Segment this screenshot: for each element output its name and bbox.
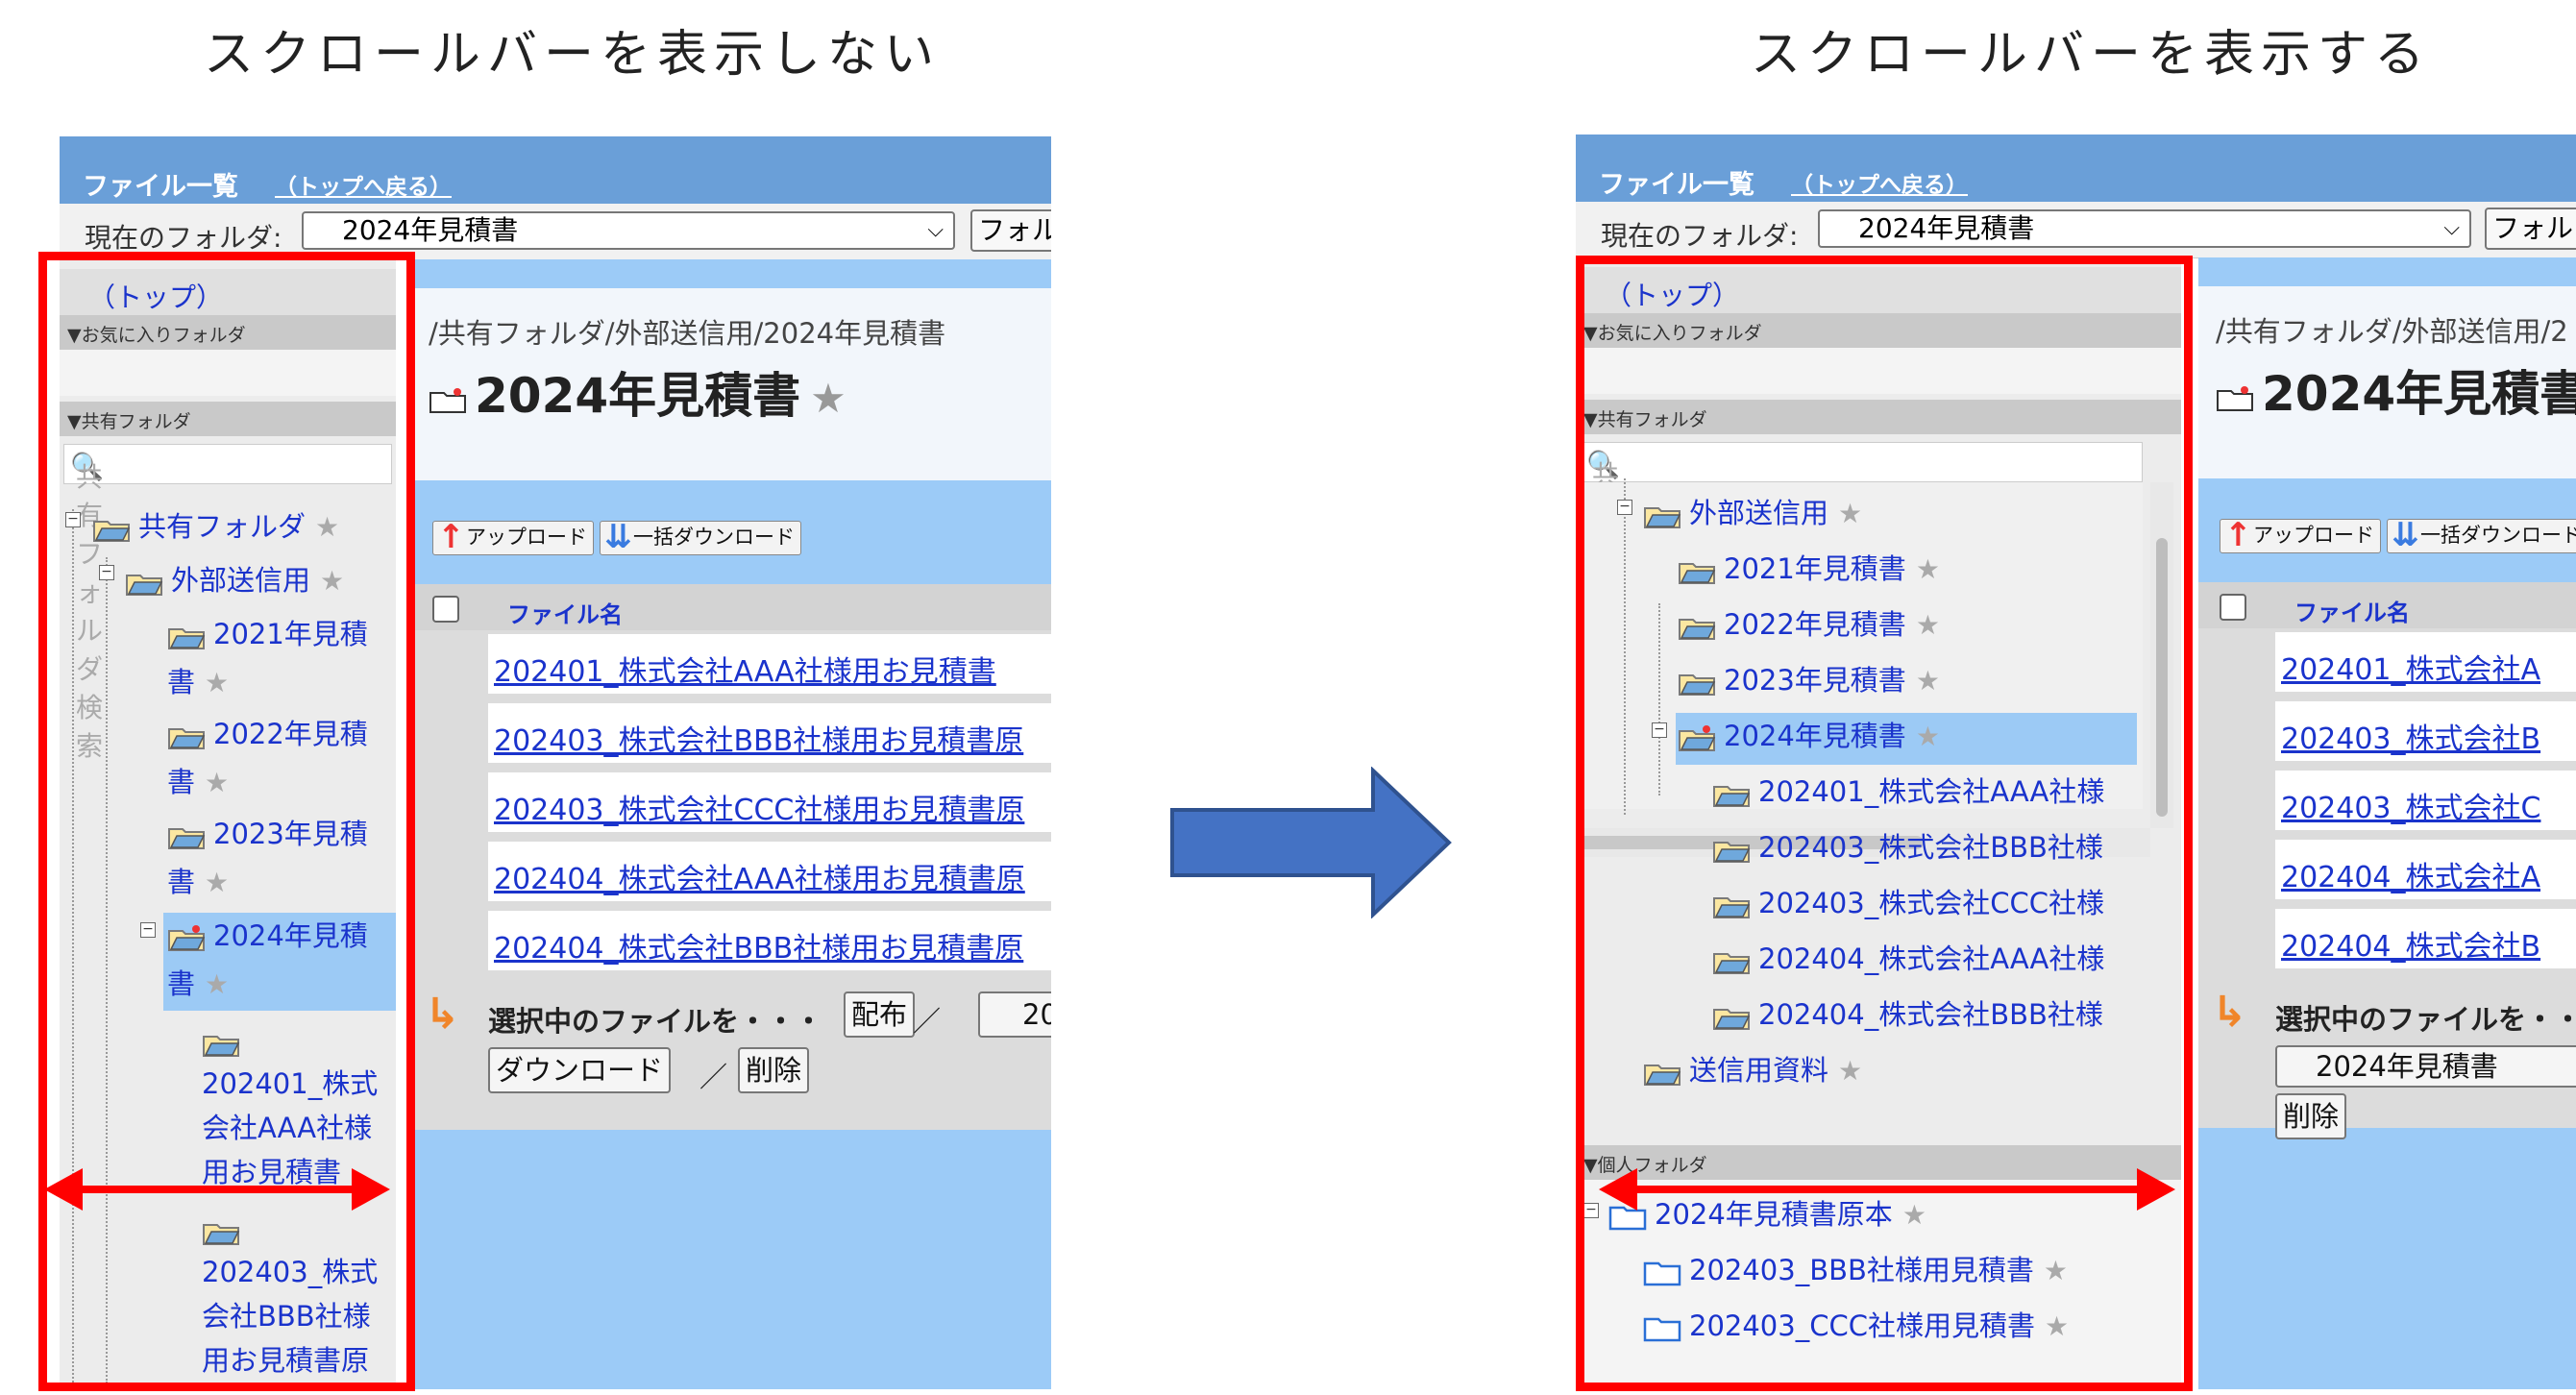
table-row: 202404_株式会社AAA社様用お見積書原 — [411, 838, 1051, 907]
current-folder-select[interactable]: 2024年見積書 ⌵ — [302, 211, 955, 250]
back-to-top-link[interactable]: （トップへ戻る） — [275, 168, 452, 201]
width-double-arrow — [1599, 1168, 2175, 1211]
destination-select[interactable]: 2024年見積書 — [2275, 1045, 2576, 1088]
folder-button[interactable]: フォル — [970, 209, 1051, 252]
file-link[interactable]: 202404_株式会社B — [2281, 922, 2540, 965]
current-folder-value: 2024年見積書 — [342, 214, 519, 246]
table-row: 202403_株式会社BBB社様用お見積書原 — [411, 699, 1051, 769]
upload-arrow-icon: ↑ — [437, 518, 465, 556]
highlight-box-right — [1576, 256, 2193, 1391]
folder-button[interactable]: フォル — [2485, 208, 2576, 250]
bulk-download-button[interactable]: ⇊ 一括ダウンロード — [2387, 516, 2576, 554]
folder-icon — [429, 387, 466, 413]
title-bar: ファイル一覧 （トップへ戻る） — [60, 136, 1051, 204]
table-row: 202403_株式会社CCC社様用お見積書原 — [411, 769, 1051, 838]
table-row: 202403_株式会社B — [2198, 698, 2576, 767]
selected-files-label: 選択中のファイルを・・ — [2275, 1003, 2576, 1036]
current-folder-label: 現在のフォルダ: — [1601, 220, 1799, 252]
table-row: 202404_株式会社B — [2198, 905, 2576, 974]
action-area: ↳ 選択中のファイルを・・・ 配布 ／ 20 ダウンロード ／ 削除 — [411, 976, 1051, 1130]
download-arrow-icon: ⇊ — [604, 518, 632, 556]
transition-arrow-icon — [1170, 767, 1452, 918]
file-link[interactable]: 202404_株式会社A — [2281, 853, 2540, 895]
file-table-header: ファイル名 — [411, 584, 1051, 630]
file-table-header: ファイル名 — [2198, 582, 2576, 628]
download-button[interactable]: ダウンロード — [488, 1047, 672, 1093]
app-title: ファイル一覧 — [83, 172, 238, 202]
column-filename[interactable]: ファイル名 — [2294, 594, 2410, 627]
upload-button[interactable]: ↑ アップロード — [432, 518, 594, 556]
back-to-top-link[interactable]: （トップへ戻る） — [1791, 166, 1968, 199]
file-list-pane: /共有フォルダ/外部送信用/2024年見積書 2024年見積書 ★ ↑ アップロード… — [411, 259, 1051, 1389]
breadcrumb-area: /共有フォルダ/外部送信用/2024年見積書 2024年見積書 ★ — [411, 288, 1051, 480]
title-bar: ファイル一覧 （トップへ戻る） — [1576, 135, 2576, 202]
heading-left: スクロールバーを表示しない — [204, 26, 942, 84]
table-row: 202403_株式会社C — [2198, 767, 2576, 836]
file-link[interactable]: 202404_株式会社AAA社様用お見積書原 — [494, 855, 1025, 897]
delete-button[interactable]: 削除 — [738, 1047, 810, 1093]
file-link[interactable]: 202401_株式会社AAA社様用お見積書 — [494, 648, 996, 690]
folder-bar: 現在のフォルダ: 2024年見積書 ⌵ フォル — [1576, 202, 2576, 258]
select-all-checkbox[interactable] — [432, 596, 459, 623]
highlight-box-left — [38, 252, 415, 1391]
separator: ／ — [913, 1005, 942, 1038]
separator: ／ — [699, 1061, 728, 1093]
column-filename[interactable]: ファイル名 — [507, 596, 623, 629]
breadcrumb-area: /共有フォルダ/外部送信用/2 2024年見積書 — [2198, 286, 2576, 478]
table-row: 202401_株式会社AAA社様用お見積書 — [411, 630, 1051, 699]
turn-arrow-icon: ↳ — [425, 990, 460, 1039]
table-row: 202404_株式会社BBB社様用お見積書原 — [411, 907, 1051, 976]
table-row: 202401_株式会社A — [2198, 628, 2576, 698]
current-folder-label: 現在のフォルダ: — [85, 222, 282, 254]
heading-right: スクロールバーを表示する — [1751, 26, 2432, 84]
file-list-pane: /共有フォルダ/外部送信用/2 2024年見積書 ↑ アップロード ⇊ 一括ダウンロ… — [2198, 257, 2576, 1389]
delete-button[interactable]: 削除 — [2275, 1093, 2347, 1139]
file-link[interactable]: 202404_株式会社BBB社様用お見積書原 — [494, 924, 1023, 967]
width-double-arrow — [44, 1168, 390, 1211]
file-link[interactable]: 202401_株式会社A — [2281, 646, 2540, 688]
destination-select[interactable]: 20 — [978, 991, 1051, 1038]
current-folder-select[interactable]: 2024年見積書 ⌵ — [1818, 209, 2471, 248]
file-link[interactable]: 202403_株式会社CCC社様用お見積書原 — [494, 786, 1024, 828]
table-row: 202404_株式会社A — [2198, 836, 2576, 905]
upload-button[interactable]: ↑ アップロード — [2220, 516, 2381, 554]
select-all-checkbox[interactable] — [2220, 594, 2246, 621]
breadcrumb: /共有フォルダ/外部送信用/2024年見積書 — [429, 317, 946, 350]
page-title: 2024年見積書 — [2216, 355, 2576, 425]
upload-arrow-icon: ↑ — [2224, 516, 2252, 554]
bulk-download-button[interactable]: ⇊ 一括ダウンロード — [600, 518, 801, 556]
file-link[interactable]: 202403_株式会社B — [2281, 715, 2540, 757]
chevron-down-icon: ⌵ — [2443, 216, 2460, 240]
app-title: ファイル一覧 — [1599, 170, 1754, 200]
current-folder-value: 2024年見積書 — [1858, 212, 2035, 244]
download-arrow-icon: ⇊ — [2392, 516, 2419, 554]
selected-files-label: 選択中のファイルを・・・ — [488, 1005, 823, 1038]
distribute-button[interactable]: 配布 — [844, 991, 916, 1038]
file-link[interactable]: 202403_株式会社C — [2281, 784, 2540, 826]
action-area: ↳ 選択中のファイルを・・ 2024年見積書 削除 — [2198, 974, 2576, 1139]
file-link[interactable]: 202403_株式会社BBB社様用お見積書原 — [494, 717, 1023, 759]
turn-arrow-icon: ↳ — [2212, 988, 2247, 1037]
page-title: 2024年見積書 ★ — [429, 357, 846, 427]
breadcrumb: /共有フォルダ/外部送信用/2 — [2216, 315, 2568, 348]
folder-icon — [2217, 385, 2253, 411]
chevron-down-icon: ⌵ — [927, 218, 944, 242]
